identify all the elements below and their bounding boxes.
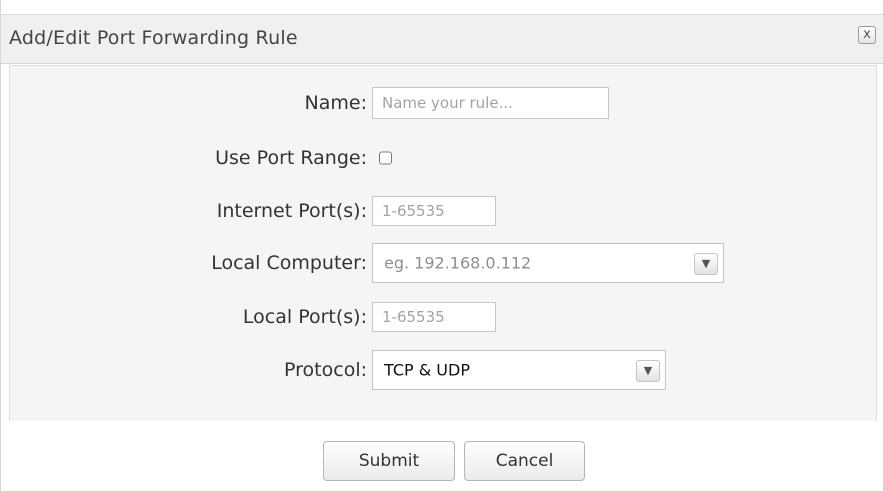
local-computer-row: Local Computer: eg. 192.168.0.112 ▼	[10, 243, 876, 283]
protocol-select[interactable]: TCP & UDP ▼	[372, 350, 666, 390]
local-ports-label: Local Port(s):	[242, 306, 367, 328]
internet-ports-row: Internet Port(s):	[10, 191, 876, 231]
chevron-down-icon[interactable]: ▼	[636, 360, 660, 382]
port-forwarding-dialog: Add/Edit Port Forwarding Rule x Name: Us…	[0, 0, 884, 491]
dialog-footer: Submit Cancel	[1, 421, 883, 491]
local-computer-select[interactable]: eg. 192.168.0.112 ▼	[372, 243, 724, 283]
dialog-title: Add/Edit Port Forwarding Rule	[9, 27, 298, 49]
local-ports-row: Local Port(s):	[10, 297, 876, 337]
name-label: Name:	[304, 92, 367, 114]
protocol-row: Protocol: TCP & UDP ▼	[10, 350, 876, 390]
name-row: Name:	[10, 83, 876, 123]
form-panel: Name: Use Port Range: Internet Port(s): …	[9, 65, 877, 422]
use-port-range-checkbox[interactable]	[379, 151, 392, 165]
close-icon[interactable]: x	[858, 26, 876, 44]
chevron-down-icon[interactable]: ▼	[694, 253, 718, 275]
use-port-range-label: Use Port Range:	[215, 147, 367, 169]
use-port-range-row: Use Port Range:	[10, 138, 876, 178]
dialog-titlebar: Add/Edit Port Forwarding Rule x	[1, 14, 883, 64]
cancel-button[interactable]: Cancel	[464, 441, 585, 481]
protocol-selected-value: TCP & UDP	[384, 360, 470, 380]
protocol-label: Protocol:	[284, 359, 367, 381]
submit-button[interactable]: Submit	[323, 441, 455, 481]
local-computer-label: Local Computer:	[211, 252, 367, 274]
local-ports-input[interactable]	[372, 302, 496, 332]
local-computer-placeholder: eg. 192.168.0.112	[384, 253, 532, 273]
internet-ports-label: Internet Port(s):	[216, 200, 367, 222]
internet-ports-input[interactable]	[372, 196, 496, 226]
name-input[interactable]	[372, 87, 609, 119]
